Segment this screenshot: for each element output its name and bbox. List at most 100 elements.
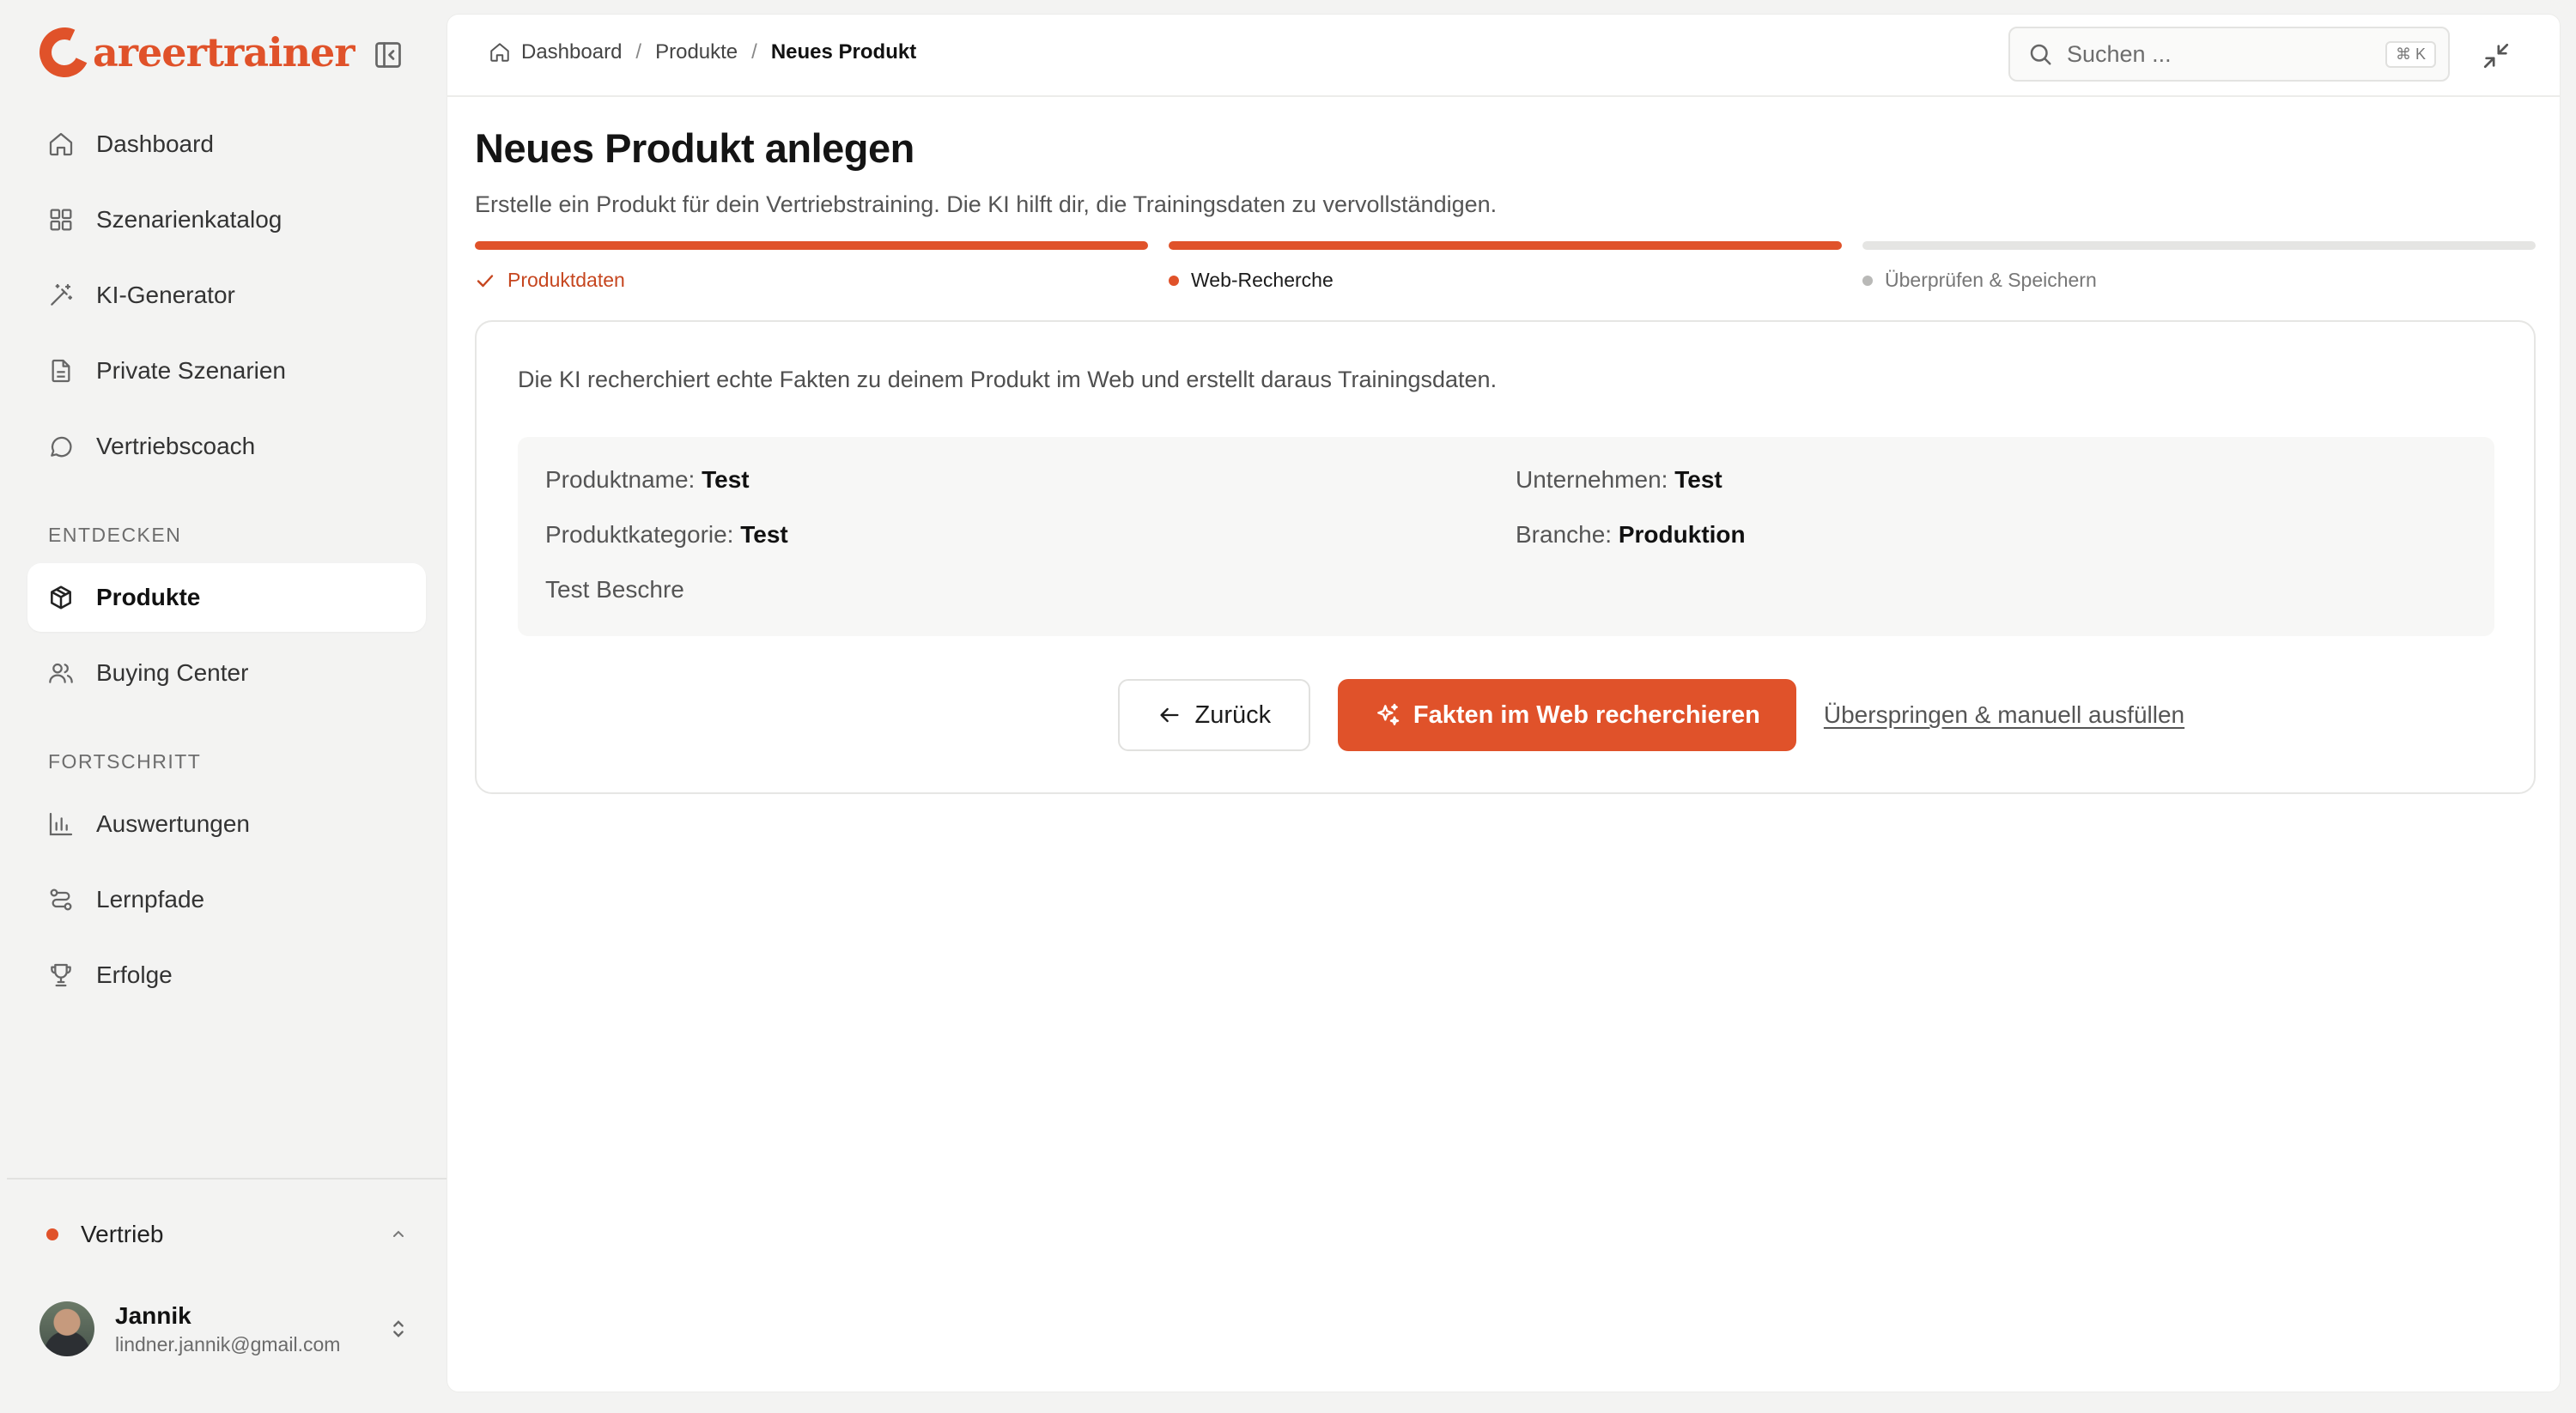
fact-value: Test — [702, 466, 750, 493]
sidebar-item-label: KI-Generator — [96, 282, 235, 308]
research-web-button[interactable]: Fakten im Web recherchieren — [1337, 679, 1796, 751]
minimize-button[interactable] — [2477, 37, 2515, 75]
page-subtitle: Erstelle ein Produkt für dein Vertriebst… — [475, 191, 1498, 217]
fact-value: Test — [1674, 466, 1722, 493]
page-title: Neues Produkt anlegen — [475, 125, 914, 171]
fact-product-name: Produktname: Test — [545, 466, 750, 494]
step-progress-bar — [1862, 241, 2536, 250]
sidebar-item-label: Auswertungen — [96, 810, 251, 837]
user-info: Jannik lindner.jannik@gmail.com — [115, 1302, 386, 1356]
step-ueberpruefen: Überprüfen & Speichern — [1862, 241, 2536, 292]
package-icon — [46, 583, 76, 612]
users-icon — [46, 658, 76, 688]
sidebar: areertrainer Dashboard Szenarienkatalog … — [0, 0, 447, 1413]
magic-wand-icon — [46, 281, 76, 310]
logo-text: areertrainer — [93, 29, 355, 76]
step-progress-bar — [475, 241, 1148, 250]
skip-manual-link[interactable]: Überspringen & manuell ausfüllen — [1824, 701, 2184, 729]
user-name: Jannik — [115, 1301, 191, 1329]
sidebar-item-ki-generator[interactable]: KI-Generator — [27, 261, 426, 330]
check-icon — [475, 270, 495, 291]
step-label: Produktdaten — [507, 269, 625, 291]
step-label: Web-Recherche — [1191, 269, 1334, 291]
research-web-button-label: Fakten im Web recherchieren — [1413, 700, 1760, 729]
chat-bubble-icon — [46, 432, 76, 461]
fact-label: Produktname: — [545, 466, 696, 493]
sidebar-item-label: Produkte — [96, 584, 201, 610]
sidebar-item-label: Buying Center — [96, 659, 249, 686]
minimize-arrows-icon — [2483, 43, 2509, 69]
chevron-up-down-icon — [386, 1317, 410, 1341]
fact-label: Produktkategorie: — [545, 521, 734, 548]
step-progress-bar — [1169, 241, 1842, 250]
home-icon — [46, 130, 76, 159]
sidebar-item-buying-center[interactable]: Buying Center — [27, 639, 426, 707]
fact-label: Branche: — [1516, 521, 1613, 548]
breadcrumb-separator: / — [751, 40, 757, 64]
workspace-status-dot — [46, 1228, 58, 1240]
search-placeholder: Suchen ... — [2067, 40, 2172, 67]
step-active-dot — [1169, 275, 1179, 286]
logo-c-mark — [32, 20, 97, 85]
sidebar-item-label: Dashboard — [96, 130, 214, 157]
step-pending-dot — [1862, 275, 1873, 286]
sidebar-item-label: Vertriebscoach — [96, 433, 256, 459]
sidebar-item-produkte[interactable]: Produkte — [27, 563, 426, 632]
section-label-fortschritt: FORTSCHRITT — [48, 750, 202, 773]
grid-icon — [46, 205, 76, 234]
breadcrumb-separator: / — [635, 40, 642, 64]
search-icon — [2027, 41, 2053, 67]
sidebar-item-auswertungen[interactable]: Auswertungen — [27, 790, 426, 858]
user-email: lindner.jannik@gmail.com — [115, 1332, 341, 1355]
topbar: Dashboard / Produkte / Neues Produkt Suc… — [447, 15, 2560, 97]
step-web-recherche: Web-Recherche — [1169, 241, 1842, 292]
product-summary: Produktname: Test Unternehmen: Test Prod… — [518, 437, 2494, 636]
sidebar-item-private-szenarien[interactable]: Private Szenarien — [27, 337, 426, 405]
main-panel: Dashboard / Produkte / Neues Produkt Suc… — [447, 14, 2561, 1392]
panel-collapse-icon — [375, 42, 401, 68]
sidebar-item-label: Erfolge — [96, 961, 173, 988]
back-button-label: Zurück — [1194, 700, 1272, 729]
web-research-card: Die KI recherchiert echte Fakten zu dein… — [475, 320, 2536, 794]
sidebar-item-szenarienkatalog[interactable]: Szenarienkatalog — [27, 185, 426, 254]
search-input[interactable]: Suchen ... ⌘ K — [2008, 27, 2450, 82]
sidebar-item-label: Lernpfade — [96, 886, 205, 913]
sidebar-divider — [7, 1178, 447, 1180]
sidebar-collapse-button[interactable] — [371, 38, 405, 72]
sidebar-item-vertriebscoach[interactable]: Vertriebscoach — [27, 412, 426, 481]
workspace-switcher[interactable]: Vertrieb — [27, 1202, 426, 1267]
sparkles-icon — [1374, 701, 1401, 729]
breadcrumb: Dashboard / Produkte / Neues Produkt — [489, 40, 916, 64]
section-label-entdecken: ENTDECKEN — [48, 524, 182, 546]
search-shortcut-badge: ⌘ K — [2385, 40, 2436, 68]
sidebar-item-label: Szenarienkatalog — [96, 206, 283, 233]
trophy-icon — [46, 961, 76, 990]
card-actions: Zurück Fakten im Web recherchieren Übers… — [477, 679, 2534, 751]
step-label: Überprüfen & Speichern — [1885, 269, 2097, 291]
sidebar-item-dashboard[interactable]: Dashboard — [27, 110, 426, 179]
step-produktdaten[interactable]: Produktdaten — [475, 241, 1148, 292]
user-menu[interactable]: Jannik lindner.jannik@gmail.com — [27, 1288, 426, 1370]
arrow-left-icon — [1157, 703, 1182, 727]
fact-value: Test — [740, 521, 788, 548]
document-icon — [46, 356, 76, 385]
chevron-up-icon — [388, 1224, 409, 1245]
breadcrumb-current: Neues Produkt — [770, 40, 917, 64]
fact-industry: Branche: Produktion — [1516, 521, 1746, 549]
sidebar-item-lernpfade[interactable]: Lernpfade — [27, 865, 426, 934]
breadcrumb-produkte[interactable]: Produkte — [655, 40, 738, 64]
fact-category: Produktkategorie: Test — [545, 521, 788, 549]
workspace-label: Vertrieb — [81, 1221, 164, 1247]
fact-company: Unternehmen: Test — [1516, 466, 1722, 494]
back-button[interactable]: Zurück — [1117, 679, 1310, 751]
breadcrumb-dashboard[interactable]: Dashboard — [521, 40, 622, 64]
fact-description: Test Beschre — [545, 576, 684, 603]
fact-label: Unternehmen: — [1516, 466, 1668, 493]
sidebar-item-erfolge[interactable]: Erfolge — [27, 941, 426, 1010]
careertrainer-logo[interactable]: areertrainer — [32, 20, 355, 85]
fact-value: Produktion — [1618, 521, 1746, 548]
stepper: Produktdaten Web-Recherche Überprüfen & … — [475, 241, 2536, 301]
home-icon[interactable] — [489, 41, 511, 64]
sidebar-item-label: Private Szenarien — [96, 357, 287, 384]
route-icon — [46, 885, 76, 914]
